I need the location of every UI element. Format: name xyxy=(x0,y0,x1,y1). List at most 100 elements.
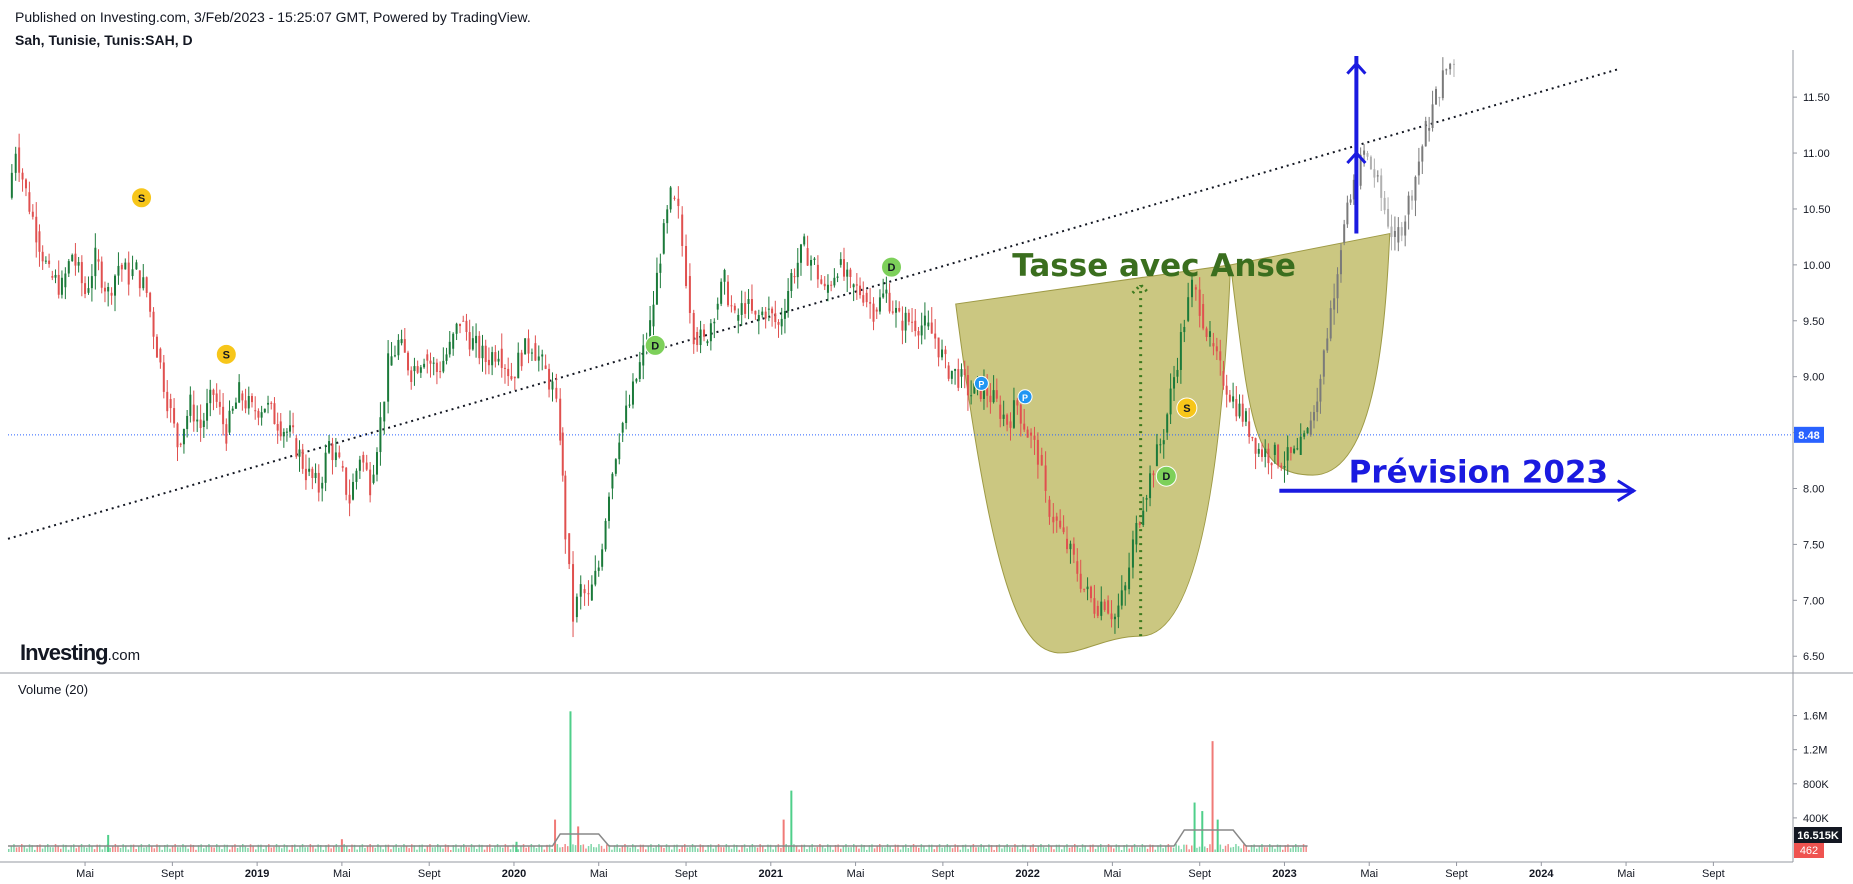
event-marker-label: P xyxy=(978,379,984,389)
price-candle-body xyxy=(544,365,547,369)
price-candle-body xyxy=(1254,438,1257,454)
price-candle-body xyxy=(410,370,413,382)
price-candle-body xyxy=(681,214,684,246)
volume-bar xyxy=(715,845,717,852)
volume-bar xyxy=(57,845,59,852)
volume-bar xyxy=(182,844,184,852)
price-candle-body xyxy=(833,277,836,286)
volume-spike xyxy=(515,841,518,852)
price-candle-body xyxy=(445,354,448,361)
volume-bar xyxy=(764,849,767,852)
price-candle-body xyxy=(1306,427,1309,434)
volume-bar xyxy=(1248,849,1250,852)
time-tick-label: 2020 xyxy=(502,868,526,880)
price-candle-body xyxy=(372,474,375,483)
price-candle-body xyxy=(1212,343,1215,347)
price-candle-body xyxy=(1100,601,1103,616)
volume-bar xyxy=(970,845,972,852)
volume-bar xyxy=(114,844,117,852)
price-candle-body xyxy=(1176,369,1179,377)
volume-bar xyxy=(1235,844,1237,852)
price-candle-body xyxy=(468,332,471,350)
price-candle-body xyxy=(813,258,816,261)
price-candle-body xyxy=(1135,522,1138,545)
price-candle-body xyxy=(471,338,474,350)
volume-bar xyxy=(980,844,982,852)
volume-bar xyxy=(491,848,494,852)
price-candle-body xyxy=(324,452,327,483)
price-candle-body xyxy=(723,270,726,282)
price-candle-body xyxy=(365,462,368,470)
volume-bar xyxy=(1172,847,1175,852)
price-candle-body xyxy=(872,303,875,322)
volume-bar xyxy=(1006,844,1008,852)
volume-bar xyxy=(626,846,629,852)
volume-bar xyxy=(314,848,317,852)
volume-tick-label: 400K xyxy=(1803,813,1829,825)
volume-bar xyxy=(671,849,673,852)
volume-bar xyxy=(177,847,179,852)
price-candle-body xyxy=(995,390,998,399)
time-tick-label: Sept xyxy=(675,868,698,880)
volume-bar xyxy=(1076,846,1079,852)
price-candle-body xyxy=(597,567,600,571)
forecast-candle-body xyxy=(1336,274,1339,299)
price-candle-body xyxy=(836,276,839,278)
price-candle-body xyxy=(621,423,624,433)
price-candle-body xyxy=(419,367,422,373)
forecast-candle-body xyxy=(1393,230,1396,237)
price-candle-body xyxy=(1023,423,1026,430)
volume-bar xyxy=(221,849,223,852)
event-marker-label: S xyxy=(138,193,145,205)
price-candle-body xyxy=(960,369,963,377)
price-candle-body xyxy=(228,410,231,433)
price-candle-body xyxy=(169,399,172,409)
price-candle-body xyxy=(816,264,819,280)
price-candle-body xyxy=(1117,605,1120,618)
forecast-candle-body xyxy=(1400,227,1403,236)
event-marker-label: D xyxy=(888,262,896,274)
price-tick-label: 10.50 xyxy=(1803,204,1831,216)
volume-bar xyxy=(723,847,725,852)
price-candle-body xyxy=(432,362,435,364)
event-marker-label: S xyxy=(223,349,230,361)
price-candle-body xyxy=(21,172,24,180)
price-candle-body xyxy=(352,481,355,500)
price-candle-body xyxy=(685,245,688,287)
price-candle-body xyxy=(166,391,169,412)
price-candle-body xyxy=(601,549,604,567)
volume-bar xyxy=(658,844,660,852)
price-candle-body xyxy=(1110,613,1113,620)
price-candle-body xyxy=(859,285,862,296)
price-candle-body xyxy=(1145,498,1148,500)
forecast-candle-body xyxy=(1376,175,1379,177)
volume-bar xyxy=(153,848,156,852)
forecast-candle-body xyxy=(1435,89,1437,105)
price-candle-body xyxy=(638,362,641,379)
volume-bar xyxy=(1087,849,1089,852)
price-candle-body xyxy=(869,302,872,304)
volume-bar xyxy=(691,844,694,852)
price-candle-body xyxy=(1048,499,1051,517)
volume-bar xyxy=(910,846,912,852)
volume-bar xyxy=(1230,847,1232,852)
volume-bar xyxy=(1266,847,1268,852)
price-candle-body xyxy=(1159,444,1162,446)
price-candle-body xyxy=(865,292,868,303)
volume-bar xyxy=(239,846,241,852)
price-candle-body xyxy=(607,496,610,521)
price-candle-body xyxy=(97,259,100,262)
price-candle-body xyxy=(1036,439,1039,465)
volume-bar xyxy=(242,844,244,852)
volume-bar xyxy=(1183,844,1185,852)
volume-bar xyxy=(1198,846,1201,852)
volume-bar xyxy=(717,844,720,852)
forecast-candle-body xyxy=(1369,156,1372,170)
forecast-candle-body xyxy=(1428,128,1431,131)
price-chart[interactable]: 11.5011.0010.5010.009.509.008.508.007.50… xyxy=(0,0,1853,884)
time-tick-label: Mai xyxy=(847,868,865,880)
price-candle-body xyxy=(355,470,358,482)
volume-bar xyxy=(941,847,943,852)
volume-bar xyxy=(572,844,574,852)
price-candle-body xyxy=(754,310,757,315)
